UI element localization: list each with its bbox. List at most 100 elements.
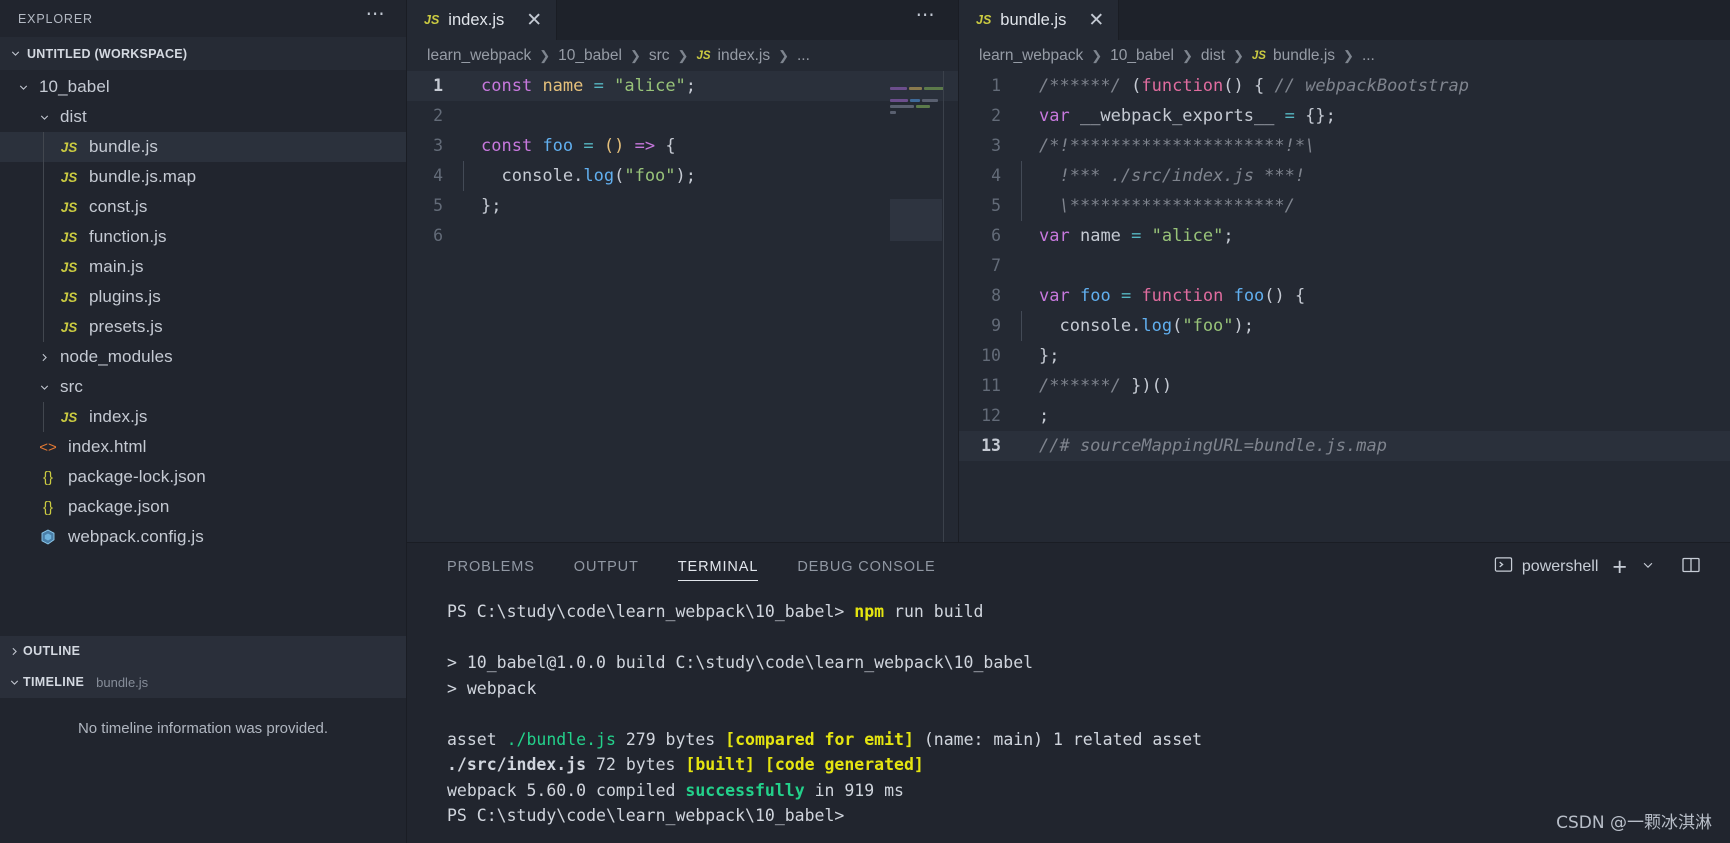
code-line[interactable]: 13 //# sourceMappingURL=bundle.js.map [959, 431, 1730, 461]
tree-item-dist[interactable]: dist [0, 102, 406, 132]
breadcrumb-right[interactable]: learn_webpack ❯ 10_babel ❯ dist ❯ JS bundle.js ❯… [959, 40, 1730, 71]
line-number: 8 [991, 286, 1001, 305]
code-line[interactable]: 12; [959, 401, 1730, 431]
chevron-down-icon [14, 78, 32, 96]
code-editor-right[interactable]: 1/******/ (function() { // webpackBootst… [959, 71, 1730, 542]
breadcrumb-segment[interactable]: src [649, 47, 670, 65]
tree-item-main-js[interactable]: JS main.js [0, 252, 406, 282]
breadcrumb-segment[interactable]: index.js [718, 47, 771, 65]
code-line[interactable]: 7 [959, 251, 1730, 281]
code-token: foo [1233, 286, 1265, 306]
explorer-header: EXPLORER ⋯ [0, 0, 406, 37]
tree-item-plugins-js[interactable]: JS plugins.js [0, 282, 406, 312]
breadcrumb-segment[interactable]: 10_babel [558, 47, 622, 65]
tree-item-package-json[interactable]: {} package.json [0, 492, 406, 522]
timeline-section-header[interactable]: TIMELINE bundle.js [0, 666, 406, 698]
breadcrumb-segment[interactable]: learn_webpack [979, 47, 1083, 65]
code-token: { [1284, 286, 1306, 306]
js-file-icon: JS [60, 319, 78, 335]
breadcrumb-segment[interactable]: learn_webpack [427, 47, 531, 65]
tree-item-index-js[interactable]: JS index.js [0, 402, 406, 432]
tree-item-presets-js[interactable]: JS presets.js [0, 312, 406, 342]
tree-item-webpack-config-js[interactable]: webpack.config.js [0, 522, 406, 552]
code-line[interactable]: 1 /******/ (function() { // webpackBootst… [959, 71, 1730, 101]
code-line[interactable]: 6 [407, 221, 958, 251]
sidebar-filler [0, 759, 406, 843]
js-file-icon: JS [60, 259, 78, 275]
new-terminal-button[interactable]: + [1605, 554, 1634, 580]
code-token: { [665, 136, 676, 156]
code-line[interactable]: 1 const name = "alice"; [407, 71, 958, 101]
code-line[interactable]: 3 /*!*********************!*\ [959, 131, 1730, 161]
terminal-output[interactable]: PS C:\study\code\learn_webpack\10_babel>… [407, 591, 1730, 843]
breadcrumb-segment[interactable]: ... [1362, 47, 1375, 65]
tree-item-bundle-js[interactable]: JS bundle.js [0, 132, 406, 162]
code-line[interactable]: 2 [407, 101, 958, 131]
chevron-down-icon [35, 108, 53, 126]
code-line[interactable]: 11 /******/ })() [959, 371, 1730, 401]
panel-tab-output[interactable]: OUTPUT [574, 553, 639, 581]
split-terminal-button[interactable] [1674, 555, 1708, 580]
breadcrumb-segment[interactable]: bundle.js [1273, 47, 1335, 65]
tree-item-label: presets.js [89, 317, 163, 336]
code-line-text: var foo = function foo() { [1021, 281, 1305, 311]
code-line[interactable]: 4 !*** ./src/index.js ***! [959, 161, 1730, 191]
vertical-scrollbar-right[interactable] [1716, 71, 1730, 542]
file-tree[interactable]: 10_babel dist JS bundle.js JS bundle.js.map JS… [0, 70, 406, 636]
code-token: = [1120, 286, 1132, 306]
code-line[interactable]: 6 var name = "alice"; [959, 221, 1730, 251]
breadcrumb-segment[interactable]: dist [1201, 47, 1225, 65]
code-editor-left[interactable]: 1 const name = "alice"; 2 3 const foo = () =… [407, 71, 958, 542]
code-line[interactable]: 3 const foo = () => { [407, 131, 958, 161]
panel-tab-problems[interactable]: PROBLEMS [447, 553, 535, 581]
workspace-root-row[interactable]: UNTITLED (WORKSPACE) [0, 37, 406, 70]
tree-item-index-html[interactable]: <> index.html [0, 432, 406, 462]
ellipsis-icon[interactable]: ⋯ [916, 6, 936, 29]
terminal-profile-dropdown[interactable] [1634, 558, 1662, 577]
tree-item-const-js[interactable]: JS const.js [0, 192, 406, 222]
vertical-scrollbar-left[interactable] [944, 71, 958, 542]
chevron-right-icon: ❯ [539, 47, 551, 63]
tree-item-function-js[interactable]: JS function.js [0, 222, 406, 252]
js-file-icon: JS [60, 289, 78, 305]
tree-item-node-modules[interactable]: node_modules [0, 342, 406, 372]
tree-item-10-babel[interactable]: 10_babel [0, 72, 406, 102]
breadcrumb-segment[interactable]: ... [797, 47, 810, 65]
breadcrumb-left[interactable]: learn_webpack ❯ 10_babel ❯ src ❯ JS index.js ❯..… [407, 40, 958, 71]
outline-section-header[interactable]: OUTLINE [0, 635, 406, 667]
panel-tab-terminal[interactable]: TERMINAL [677, 553, 759, 581]
code-line[interactable]: 5 \*********************/ [959, 191, 1730, 221]
tab-index-js[interactable]: JS index.js ✕ [407, 0, 558, 40]
terminal-line: asset ./bundle.js 279 bytes [compared fo… [447, 727, 1730, 753]
code-line[interactable]: 2 var __webpack_exports__ = {}; [959, 101, 1730, 131]
terminal-line: > webpack [447, 676, 1730, 702]
close-icon[interactable]: ✕ [526, 11, 542, 30]
editor-group-left: JS index.js ✕ ⋯ learn_webpack ❯ 10_babel ❯ s… [407, 0, 959, 542]
code-line[interactable]: 4 console.log("foo"); [407, 161, 958, 191]
panel-actions: powershell + [1487, 554, 1730, 580]
code-token: console [481, 166, 574, 186]
code-token: ( [1172, 316, 1183, 336]
timeline-file-name: bundle.js [96, 674, 149, 690]
tree-item-package-lock-json[interactable]: {} package-lock.json [0, 462, 406, 492]
ellipsis-icon[interactable]: ⋯ [366, 5, 386, 28]
panel-tab-debug-console[interactable]: DEBUG CONSOLE [797, 553, 935, 581]
chevron-down-icon [35, 378, 53, 396]
terminal-line: PS C:\study\code\learn_webpack\10_babel>… [447, 599, 1730, 625]
breadcrumb-segment[interactable]: 10_babel [1110, 47, 1174, 65]
tab-bundle-js[interactable]: JS bundle.js ✕ [959, 0, 1120, 40]
code-line[interactable]: 8 var foo = function foo() { [959, 281, 1730, 311]
code-line[interactable]: 10}; [959, 341, 1730, 371]
terminal-shell-selector[interactable]: powershell [1487, 555, 1605, 579]
tree-item-bundle-js-map[interactable]: JS bundle.js.map [0, 162, 406, 192]
tree-item-src[interactable]: src [0, 372, 406, 402]
close-icon[interactable]: ✕ [1088, 11, 1104, 30]
code-line[interactable]: 9 console.log("foo"); [959, 311, 1730, 341]
chevron-right-icon: ❯ [1091, 47, 1103, 63]
code-line[interactable]: 5}; [407, 191, 958, 221]
